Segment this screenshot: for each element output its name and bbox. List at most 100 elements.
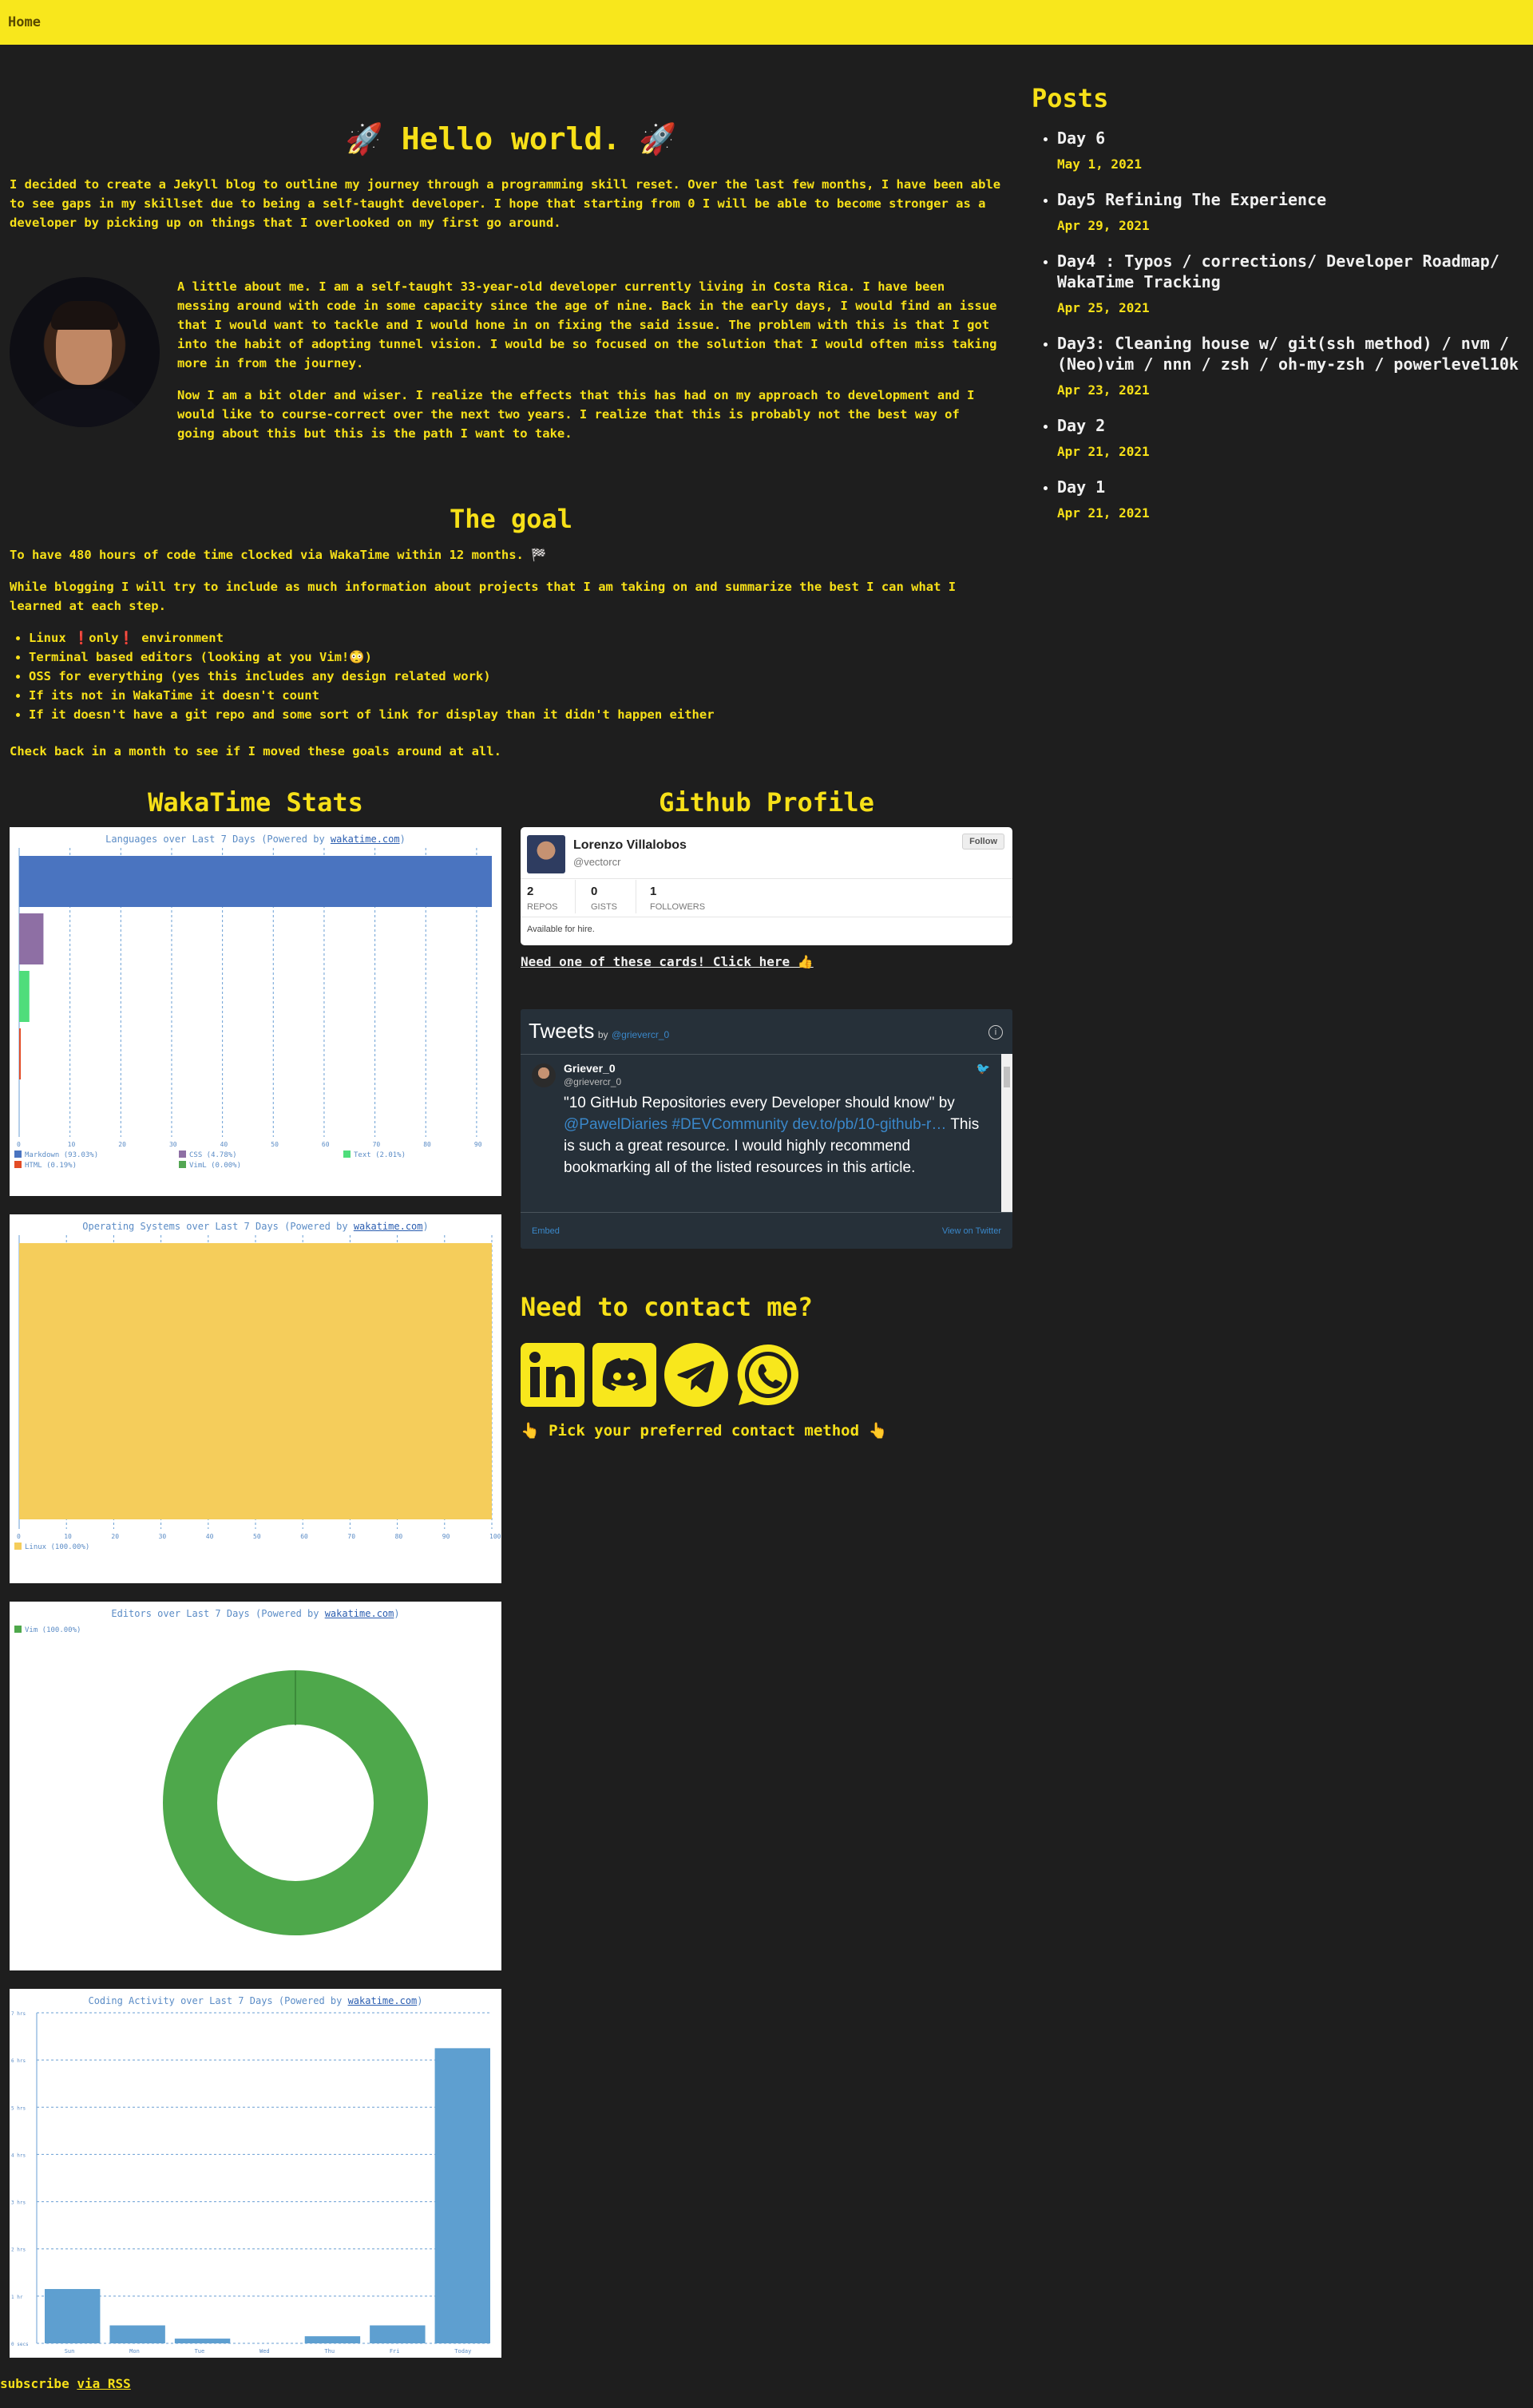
legend-swatch <box>14 1151 22 1158</box>
tick-label: Fri <box>390 2348 400 2355</box>
post-title-link[interactable]: Day5 Refining The Experience <box>1057 189 1527 210</box>
bar <box>19 856 492 907</box>
posts-heading: Posts <box>1032 83 1109 113</box>
post-title-link[interactable]: Day3: Cleaning house w/ git(ssh method) … <box>1057 333 1527 374</box>
legend-swatch <box>14 1626 22 1633</box>
repos-count: 2 <box>527 885 534 898</box>
info-icon[interactable]: i <box>988 1025 1003 1040</box>
blog-text: While blogging I will try to include as … <box>10 580 957 613</box>
tick-label: Sun <box>65 2348 75 2355</box>
post-title-link[interactable]: Day 6 <box>1057 128 1527 149</box>
github-heading: Github Profile <box>659 787 874 818</box>
tick-label: 0 <box>17 1533 21 1540</box>
tick-label: 40 <box>220 1141 228 1148</box>
tweets-widget: Tweets by @grievercr_0 i Griever_0 @grie… <box>521 1009 1012 1249</box>
contact-heading: Need to contact me? <box>521 1292 814 1322</box>
bar <box>19 971 30 1022</box>
github-name: Lorenzo Villalobos <box>573 838 687 852</box>
list-item: OSS for everything (yes this includes an… <box>29 667 1012 686</box>
whatsapp-icon[interactable] <box>736 1343 800 1407</box>
gists-count: 0 <box>591 885 598 898</box>
tick-label: Thu <box>324 2348 335 2355</box>
bar <box>45 2288 101 2343</box>
tick-label: 0 <box>17 1141 21 1148</box>
discord-icon[interactable] <box>592 1343 656 1407</box>
tweet-author-name[interactable]: Griever_0 <box>564 1062 616 1075</box>
legend-swatch <box>179 1161 186 1168</box>
tick-label: 20 <box>118 1141 126 1148</box>
list-item: Terminal based editors (looking at you V… <box>29 648 1012 667</box>
followers-count: 1 <box>650 885 657 898</box>
wakatime-link[interactable]: wakatime.com <box>354 1221 423 1232</box>
tick-label: 3 hrs <box>11 2200 26 2206</box>
bar <box>19 1028 21 1079</box>
legend-label: CSS (4.78%) <box>189 1151 237 1159</box>
scrollbar[interactable] <box>1001 1054 1012 1212</box>
tick-label: 80 <box>395 1533 403 1540</box>
gists-label: GISTS <box>591 902 618 912</box>
github-card-link[interactable]: Need one of these cards! Click here 👍 <box>521 954 814 969</box>
legend-swatch <box>179 1151 186 1158</box>
languages-chart: Languages over Last 7 Days (Powered by w… <box>10 827 501 1196</box>
legend-label: Markdown (93.03%) <box>25 1151 98 1159</box>
editors-chart-svg: Vim (100.00%) <box>14 1626 428 1935</box>
tick-label: 6 hrs <box>11 2058 26 2064</box>
chart-title: Operating Systems over Last 7 Days (Powe… <box>82 1221 354 1232</box>
view-on-twitter-link[interactable]: View on Twitter <box>942 1226 1001 1236</box>
activity-chart: Coding Activity over Last 7 Days (Powere… <box>10 1989 501 2358</box>
github-card: Lorenzo Villalobos @vectorcr Follow 2 RE… <box>521 827 1012 945</box>
pick-contact-text: 👆 Pick your preferred contact method 👆 <box>521 1422 888 1440</box>
tick-label: 40 <box>206 1533 214 1540</box>
os-chart-svg: 0 10 20 30 40 50 60 70 80 90 100 Linux (100.00%) <box>14 1235 501 1551</box>
list-item: Linux ❗only❗ environment <box>29 628 1012 648</box>
legend-swatch <box>343 1151 351 1158</box>
post-title-link[interactable]: Day 2 <box>1057 415 1527 436</box>
post-date: Apr 23, 2021 <box>1057 382 1150 398</box>
tick-label: Mon <box>129 2348 140 2355</box>
wakatime-link[interactable]: wakatime.com <box>331 834 400 845</box>
tick-label: 7 hrs <box>11 2011 26 2017</box>
tick-label: 70 <box>373 1141 381 1148</box>
post-item: Day3: Cleaning house w/ git(ssh method) … <box>1057 333 1527 398</box>
bar <box>304 2336 361 2343</box>
home-link[interactable]: Home <box>8 14 41 30</box>
tick-label: 70 <box>347 1533 355 1540</box>
tick-label: 60 <box>322 1141 330 1148</box>
goals-list: Linux ❗only❗ environment Terminal based … <box>10 628 1012 724</box>
about-paragraph-2: Now I am a bit older and wiser. I realiz… <box>177 388 975 441</box>
tweets-by-handle[interactable]: @grievercr_0 <box>612 1029 669 1040</box>
linkedin-icon[interactable] <box>521 1343 584 1407</box>
goal-heading: The goal <box>449 504 573 534</box>
activity-chart-svg: 0 secs 1 hr 2 hrs 3 hrs 4 hrs 5 hrs 6 hrs 7 hrs… <box>11 2011 492 2355</box>
tick-label: 2 hrs <box>11 2248 26 2253</box>
embed-link[interactable]: Embed <box>532 1226 560 1236</box>
goal-text: To have 480 hours of code time clocked v… <box>10 548 547 562</box>
tick-label: Today <box>454 2348 471 2355</box>
post-title-link[interactable]: Day 1 <box>1057 477 1527 497</box>
hashtag-link[interactable]: #DEVCommunity <box>671 1116 788 1133</box>
legend-swatch <box>14 1543 22 1550</box>
telegram-icon[interactable] <box>664 1343 728 1407</box>
github-handle: @vectorcr <box>573 856 621 868</box>
tweet-author-handle[interactable]: @grievercr_0 <box>564 1076 621 1087</box>
legend-label: HTML (0.19%) <box>25 1162 77 1170</box>
post-date: Apr 21, 2021 <box>1057 505 1150 521</box>
follow-button[interactable]: Follow <box>962 834 1004 850</box>
main-content: 🚀 Hello world. 🚀 I decided to create a J… <box>10 45 1012 774</box>
article-link[interactable]: dev.to/pb/10-github-r… <box>792 1116 946 1133</box>
legend-label: Linux (100.00%) <box>25 1543 89 1551</box>
bar <box>174 2339 231 2343</box>
intro-paragraph: I decided to create a Jekyll blog to out… <box>10 177 1001 230</box>
post-date: Apr 25, 2021 <box>1057 300 1150 315</box>
tick-label: 30 <box>159 1533 167 1540</box>
tick-label: 10 <box>64 1533 72 1540</box>
tick-label: 5 hrs <box>11 2105 26 2111</box>
rss-link[interactable]: via RSS <box>77 2376 130 2391</box>
post-title-link[interactable]: Day4 : Typos / corrections/ Developer Ro… <box>1057 251 1527 292</box>
mention-link[interactable]: @PawelDiaries <box>564 1116 667 1133</box>
tick-label: 50 <box>253 1533 261 1540</box>
tweet-author-avatar <box>532 1063 556 1087</box>
editors-chart: Editors over Last 7 Days (Powered by wak… <box>10 1602 501 1970</box>
os-chart: Operating Systems over Last 7 Days (Powe… <box>10 1214 501 1583</box>
post-date: Apr 21, 2021 <box>1057 444 1150 459</box>
